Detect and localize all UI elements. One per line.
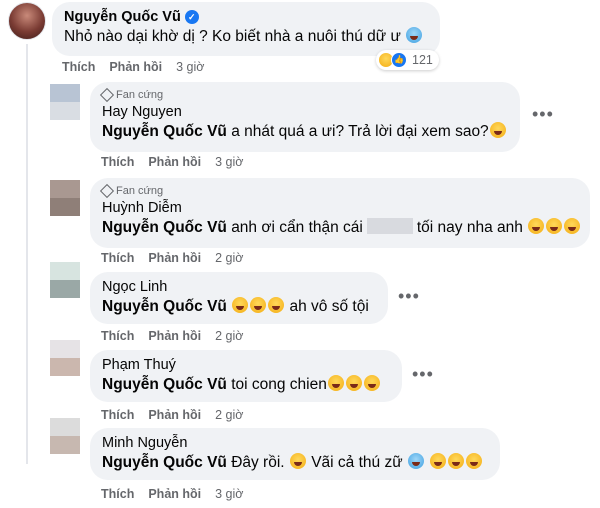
comment-timestamp[interactable]: 2 giờ <box>215 251 243 265</box>
laughing-emoji-icon <box>327 375 344 391</box>
reaction-count: 121 <box>412 53 433 67</box>
laughing-emoji-icon <box>363 375 380 391</box>
reply-button[interactable]: Phản hồi <box>148 251 201 265</box>
reply-text-content-after: Vãi cả thú zữ <box>311 454 403 471</box>
reply-text-content: Đây rồi. <box>231 454 285 471</box>
reply-bubble: Minh Nguyễn Nguyễn Quốc Vũ Đây rồi. Vãi … <box>90 428 500 480</box>
main-author-name[interactable]: Nguyễn Quốc Vũ <box>64 9 181 25</box>
mention-link[interactable]: Nguyễn Quốc Vũ <box>102 298 227 315</box>
reply-avatar[interactable] <box>50 180 80 216</box>
reply-actions: Thích Phản hồi 2 giờ <box>101 329 243 343</box>
cold-face-emoji-icon <box>406 27 423 43</box>
mention-link[interactable]: Nguyễn Quốc Vũ <box>102 219 227 236</box>
reply-author[interactable]: Huỳnh Diễm <box>102 200 578 216</box>
reply-text: Nguyễn Quốc Vũ toi cong chien <box>102 375 390 394</box>
laughing-emoji-icon <box>448 453 465 469</box>
like-reaction-icon: 👍 <box>391 52 407 68</box>
more-options-icon[interactable]: ••• <box>412 364 434 385</box>
main-comment-text-content: Nhỏ nào dại khờ dị ? Ko biết nhà a nuôi … <box>64 28 401 45</box>
reply-button[interactable]: Phản hồi <box>148 408 201 422</box>
comment-timestamp[interactable]: 3 giờ <box>215 487 243 501</box>
reply-avatar[interactable] <box>50 340 80 376</box>
main-author-avatar[interactable] <box>8 2 46 40</box>
laughing-emoji-icon <box>250 297 267 313</box>
reply-bubble: Phạm Thuý Nguyễn Quốc Vũ toi cong chien <box>90 350 402 402</box>
reply-text-content: ah vô số tội <box>289 298 369 315</box>
laughing-emoji-icon <box>268 297 285 313</box>
reply-text-content-after: tối nay nha anh <box>416 219 523 236</box>
main-comment-author[interactable]: Nguyễn Quốc Vũ ✓ <box>64 9 428 25</box>
like-button[interactable]: Thích <box>101 487 134 501</box>
reply-author[interactable]: Phạm Thuý <box>102 357 390 373</box>
fan-badge-label: Fan cứng <box>116 185 164 197</box>
more-options-icon[interactable]: ••• <box>532 104 554 125</box>
reply-bubble: Ngọc Linh Nguyễn Quốc Vũ ah vô số tội <box>90 272 388 324</box>
mention-link[interactable]: Nguyễn Quốc Vũ <box>102 123 227 140</box>
like-button[interactable]: Thích <box>101 155 134 169</box>
comment-timestamp[interactable]: 3 giờ <box>176 60 204 74</box>
reply-author[interactable]: Ngọc Linh <box>102 279 376 295</box>
main-comment-actions: Thích Phản hồi 3 giờ <box>62 60 204 74</box>
reply-text: Nguyễn Quốc Vũ ah vô số tội <box>102 297 376 316</box>
like-button[interactable]: Thích <box>101 329 134 343</box>
reply-text-content: toi cong chien <box>231 376 327 393</box>
mention-link[interactable]: Nguyễn Quốc Vũ <box>102 454 227 471</box>
like-button[interactable]: Thích <box>101 251 134 265</box>
fan-badge: Fan cứng <box>99 183 578 199</box>
main-comment-text: Nhỏ nào dại khờ dị ? Ko biết nhà a nuôi … <box>64 27 428 46</box>
reply-avatar[interactable] <box>50 84 80 120</box>
reply-actions: Thích Phản hồi 2 giờ <box>101 251 243 265</box>
reply-bubble: Fan cứng Huỳnh Diễm Nguyễn Quốc Vũ anh ơ… <box>90 178 590 248</box>
diamond-icon <box>99 87 115 103</box>
reply-button[interactable]: Phản hồi <box>148 155 201 169</box>
fan-badge: Fan cứng <box>99 87 508 103</box>
comment-timestamp[interactable]: 3 giờ <box>215 155 243 169</box>
fan-badge-label: Fan cứng <box>116 89 164 101</box>
reply-button[interactable]: Phản hồi <box>109 60 162 74</box>
comment-timestamp[interactable]: 2 giờ <box>215 408 243 422</box>
reply-button[interactable]: Phản hồi <box>148 329 201 343</box>
laughing-emoji-icon <box>345 375 362 391</box>
comment-timestamp[interactable]: 2 giờ <box>215 329 243 343</box>
reply-bubble: Fan cứng Hay Nguyen Nguyễn Quốc Vũ a nhá… <box>90 82 520 152</box>
reply-thread-line <box>26 44 28 464</box>
reply-avatar[interactable] <box>50 418 80 454</box>
blurred-text <box>366 218 413 234</box>
laughing-emoji-icon <box>528 218 545 234</box>
reply-text: Nguyễn Quốc Vũ anh ơi cẩn thận cái tối na… <box>102 218 581 237</box>
reply-actions: Thích Phản hồi 2 giờ <box>101 408 243 422</box>
verified-badge-icon: ✓ <box>184 10 199 24</box>
reply-avatar[interactable] <box>50 262 80 298</box>
laughing-emoji-icon <box>289 453 306 469</box>
reply-text-content: a nhát quá a ưi? Trả lời đại xem sao? <box>231 123 489 140</box>
reply-text: Nguyễn Quốc Vũ Đây rồi. Vãi cả thú zữ <box>102 453 488 472</box>
like-button[interactable]: Thích <box>62 60 95 74</box>
cold-face-emoji-icon <box>407 453 424 469</box>
laughing-emoji-icon <box>232 297 249 313</box>
reaction-summary[interactable]: 👍 121 <box>376 50 439 70</box>
reply-actions: Thích Phản hồi 3 giờ <box>101 487 243 501</box>
laughing-emoji-icon <box>564 218 581 234</box>
more-options-icon[interactable]: ••• <box>398 286 420 307</box>
mention-link[interactable]: Nguyễn Quốc Vũ <box>102 376 227 393</box>
laughing-emoji-icon <box>546 218 563 234</box>
main-comment-bubble: Nguyễn Quốc Vũ ✓ Nhỏ nào dại khờ dị ? Ko… <box>52 2 440 56</box>
reply-author[interactable]: Minh Nguyễn <box>102 435 488 451</box>
reply-author[interactable]: Hay Nguyen <box>102 104 508 120</box>
reply-text: Nguyễn Quốc Vũ a nhát quá a ưi? Trả lời … <box>102 122 508 141</box>
diamond-icon <box>99 183 115 199</box>
laughing-emoji-icon <box>430 453 447 469</box>
laughing-emoji-icon <box>489 122 506 138</box>
reply-text-content: anh ơi cẩn thận cái <box>231 219 363 236</box>
reply-button[interactable]: Phản hồi <box>148 487 201 501</box>
like-button[interactable]: Thích <box>101 408 134 422</box>
laughing-emoji-icon <box>466 453 483 469</box>
reply-actions: Thích Phản hồi 3 giờ <box>101 155 243 169</box>
